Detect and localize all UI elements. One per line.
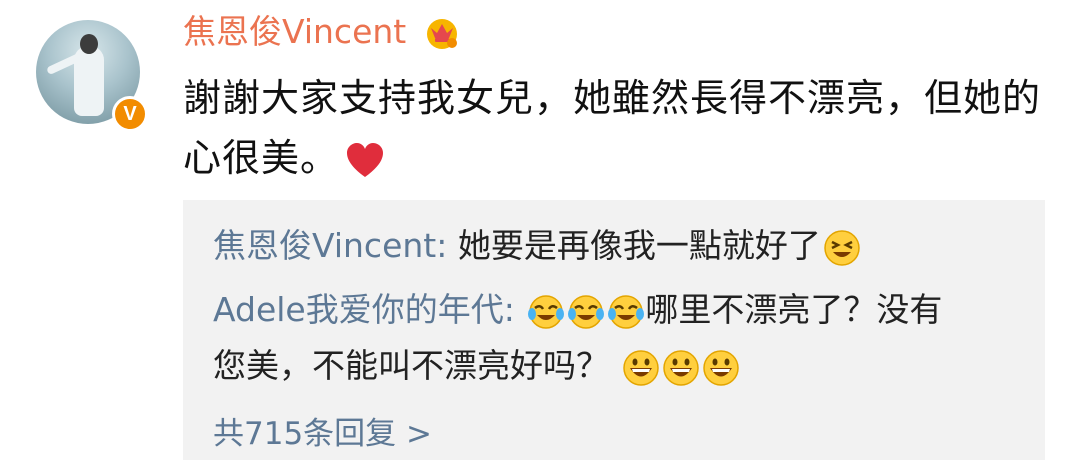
- post-text-line-2: 心很美。: [183, 128, 1053, 188]
- grin-emoji-icon: [662, 349, 699, 386]
- reply-text-1: 她要是再像我一點就好了: [447, 226, 821, 265]
- vip-crown-icon: [427, 19, 457, 49]
- reply-item-1[interactable]: 焦恩俊Vincent: 她要是再像我一點就好了: [213, 220, 1033, 272]
- crying-laugh-emoji-icon: [528, 294, 565, 329]
- post-text-line-2-text: 心很美。: [183, 136, 340, 180]
- crying-laugh-emoji-icon: [608, 294, 645, 329]
- laughing-squint-emoji-icon: [824, 229, 860, 266]
- post-text-line-1: 謝謝大家支持我女兒，她雖然長得不漂亮，但她的: [183, 76, 1042, 120]
- post-text: 謝謝大家支持我女兒，她雖然長得不漂亮，但她的 心很美。: [183, 68, 1053, 188]
- grin-emoji-icon: [702, 349, 739, 386]
- avatar-figure-head: [80, 34, 98, 54]
- reply-2-line-2: 您美，不能叫不漂亮好吗？: [213, 340, 1033, 392]
- post-username[interactable]: 焦恩俊Vincent: [183, 10, 406, 54]
- avatar-figure: [74, 46, 104, 116]
- replies-panel: 焦恩俊Vincent: 她要是再像我一點就好了 Adele我爱你的年代: 哪里不…: [183, 200, 1045, 460]
- reply-2-text-part-2: 您美，不能叫不漂亮好吗？: [213, 346, 609, 385]
- reply-2-line-1: Adele我爱你的年代: 哪里不漂亮了？没有: [213, 284, 1033, 336]
- crying-laugh-emoji-icon: [568, 294, 605, 329]
- verified-badge-icon: V: [112, 96, 148, 132]
- more-replies-link[interactable]: 共715条回复 >: [213, 412, 432, 456]
- heart-emoji-icon: [347, 142, 384, 177]
- reply-2-text-part-1: 哪里不漂亮了？没有: [645, 290, 943, 329]
- reply-author-1[interactable]: 焦恩俊Vincent:: [213, 226, 447, 265]
- reply-author-2[interactable]: Adele我爱你的年代:: [213, 290, 515, 329]
- grin-emoji-icon: [622, 349, 659, 386]
- reply-item-2[interactable]: Adele我爱你的年代: 哪里不漂亮了？没有 您美，不能叫不漂亮好吗？: [213, 284, 1033, 392]
